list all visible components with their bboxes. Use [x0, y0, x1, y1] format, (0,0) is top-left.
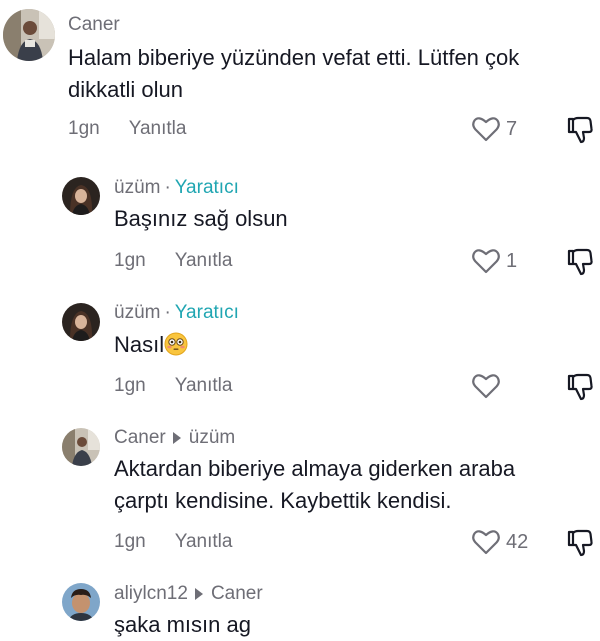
like-button[interactable]	[472, 373, 500, 399]
comment-text-line: dikkatli olun	[68, 77, 183, 102]
creator-badge: Yaratıcı	[174, 177, 239, 198]
like-count: 7	[506, 117, 518, 140]
reply-to-user[interactable]: Caner	[211, 583, 263, 605]
separator-dot: ·	[164, 302, 171, 323]
comment-text: şaka mısın ag	[114, 612, 251, 637]
like-count: 1	[506, 249, 518, 272]
avatar[interactable]	[62, 177, 100, 215]
triangle-right-icon	[172, 432, 181, 444]
comment-meta: 1gn Yanıtla	[114, 375, 232, 397]
comment-text: Başınız sağ olsun	[114, 206, 288, 231]
heart-outline-icon	[472, 248, 500, 274]
comment-time: 1gn	[114, 531, 146, 552]
comment-text: Halam biberiye yüzünden vefat etti. Lütf…	[68, 42, 519, 106]
avatar[interactable]	[62, 583, 100, 621]
comment-text: Nasıl	[114, 329, 188, 361]
like-button[interactable]: 42	[472, 529, 528, 555]
thumbs-down-outline-icon	[567, 529, 593, 557]
reply-button[interactable]: Yanıtla	[175, 531, 233, 553]
reply-button[interactable]: Yanıtla	[129, 118, 187, 140]
comment-time: 1gn	[114, 250, 146, 271]
comment-author[interactable]: üzüm	[114, 302, 160, 324]
comment-text-content: Nasıl	[114, 332, 165, 357]
comment-time: 1gn	[68, 118, 100, 139]
comment-header: aliylcn12 Caner	[114, 583, 263, 605]
thumbs-down-outline-icon	[567, 248, 593, 276]
comment-text-line: çarptı kendisine. Kaybettik kendisi.	[114, 488, 452, 513]
like-button[interactable]: 7	[472, 116, 517, 142]
thumbs-down-outline-icon	[567, 116, 593, 144]
comment-author[interactable]: Caner	[114, 427, 166, 449]
reply-to-user[interactable]: üzüm	[189, 427, 235, 449]
comment-meta: 1gn Yanıtla	[114, 531, 232, 553]
comment-author[interactable]: üzüm	[114, 177, 160, 199]
comment-header: üzüm · Yaratıcı	[114, 177, 239, 199]
comment-header: Caner	[68, 14, 120, 36]
comment-meta: 1gn Yanıtla	[68, 118, 186, 140]
avatar[interactable]	[62, 428, 100, 466]
comment-header: Caner üzüm	[114, 427, 235, 449]
heart-outline-icon	[472, 373, 500, 399]
comment-author[interactable]: Caner	[68, 14, 120, 36]
avatar[interactable]	[3, 9, 55, 61]
dislike-button[interactable]	[567, 373, 593, 401]
like-count: 42	[506, 530, 529, 553]
triangle-right-icon	[194, 588, 203, 600]
dislike-button[interactable]	[567, 116, 593, 144]
comment-text: Aktardan biberiye almaya giderken araba …	[114, 453, 515, 517]
dislike-button[interactable]	[567, 248, 593, 276]
heart-outline-icon	[472, 529, 500, 555]
comment-time: 1gn	[114, 375, 146, 396]
heart-outline-icon	[472, 116, 500, 142]
comment-header: üzüm · Yaratıcı	[114, 302, 239, 324]
reply-button[interactable]: Yanıtla	[175, 375, 233, 397]
thumbs-down-outline-icon	[567, 373, 593, 401]
creator-badge: Yaratıcı	[174, 302, 239, 323]
comment-text-line: Aktardan biberiye almaya giderken araba	[114, 456, 516, 481]
avatar[interactable]	[62, 303, 100, 341]
comment-meta: 1gn Yanıtla	[114, 250, 232, 272]
dislike-button[interactable]	[567, 529, 593, 557]
like-button[interactable]: 1	[472, 248, 517, 274]
reply-button[interactable]: Yanıtla	[175, 250, 233, 272]
comment-text-line: Halam biberiye yüzünden vefat etti. Lütf…	[68, 45, 520, 70]
separator-dot: ·	[164, 177, 171, 198]
flushed-face-icon	[164, 332, 188, 356]
comment-author[interactable]: aliylcn12	[114, 583, 188, 605]
